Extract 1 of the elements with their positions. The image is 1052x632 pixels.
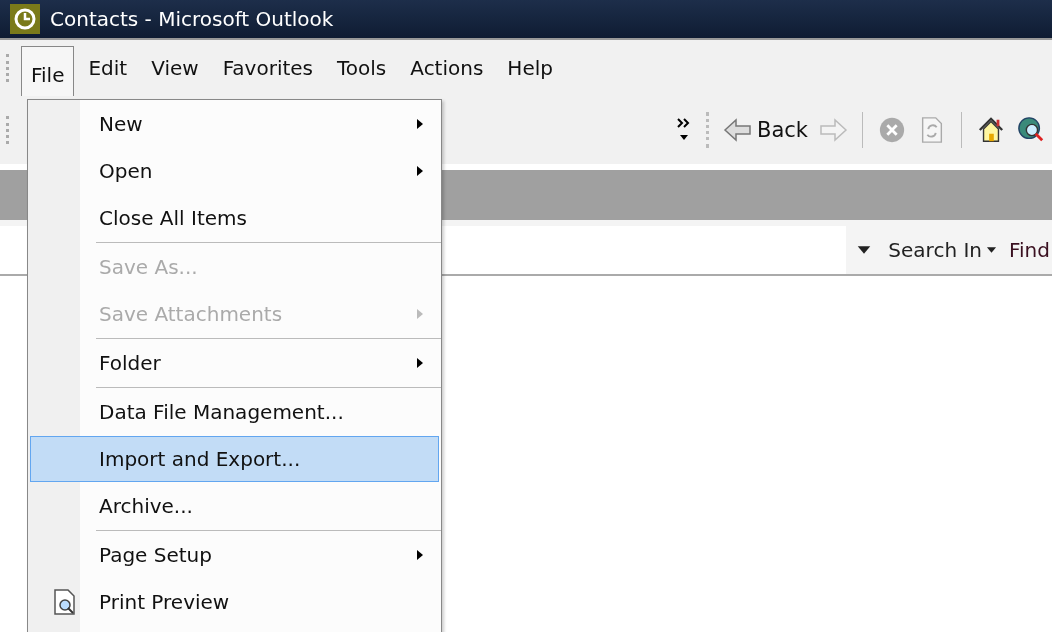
window-title: Contacts - Microsoft Outlook bbox=[50, 7, 334, 31]
